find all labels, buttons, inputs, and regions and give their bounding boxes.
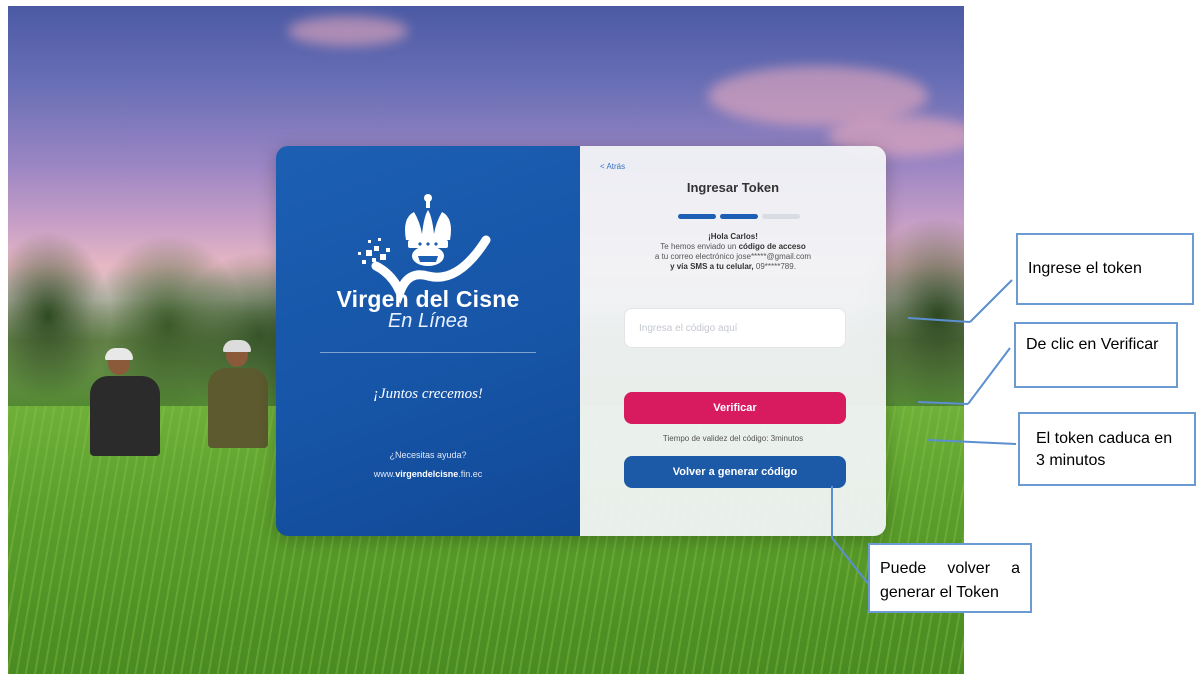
- slogan: ¡Juntos crecemos!: [373, 386, 483, 402]
- message-line: 09*****789.: [755, 262, 796, 271]
- back-link[interactable]: < Atrás: [600, 162, 625, 171]
- step-indicator: [762, 214, 800, 219]
- note-click-verify: De clic en Verificar: [1014, 322, 1178, 388]
- greeting: ¡Hola Carlos!: [708, 232, 758, 241]
- note-regenerate: Puede volver a generar el Token: [868, 543, 1032, 613]
- message-line: Te hemos enviado un: [660, 242, 737, 251]
- code-validity-text: Tiempo de validez del código: 3minutos: [662, 434, 804, 443]
- farmer-figure: [208, 368, 268, 448]
- website-suffix: .fin.ec: [458, 469, 483, 479]
- step-indicator: [678, 214, 716, 219]
- connector-line: [967, 347, 1011, 405]
- step-indicator: [720, 214, 758, 219]
- brand-subtitle: En Línea: [387, 310, 469, 332]
- divider: [320, 352, 536, 353]
- sent-code-message: ¡Hola Carlos! Te hemos enviado un código…: [600, 232, 866, 272]
- message-bold: y vía SMS a tu celular,: [670, 262, 754, 271]
- note-enter-token: Ingrese el token: [1016, 233, 1194, 305]
- help-link[interactable]: ¿Necesitas ayuda?: [276, 450, 580, 460]
- token-form: < Atrás Ingresar Token ¡Hola Carlos! Te …: [580, 146, 886, 536]
- website-domain: virgendelcisne: [395, 469, 459, 479]
- form-title: Ingresar Token: [686, 180, 780, 195]
- farmer-cap: [105, 348, 133, 360]
- connector-line: [969, 279, 1013, 323]
- message-bold: código de acceso: [738, 242, 806, 251]
- verify-button[interactable]: Verificar: [624, 392, 846, 424]
- cloud: [288, 16, 408, 46]
- token-card: Virgen del Cisne En Línea ¡Juntos crecem…: [276, 146, 886, 536]
- farmer-figure: [90, 376, 160, 456]
- token-input[interactable]: [624, 308, 846, 348]
- brand-name: Virgen del Cisne: [336, 286, 520, 312]
- website-prefix: www.: [373, 469, 396, 479]
- message-line: a tu correo electrónico jose*****@gmail.…: [654, 252, 812, 261]
- regenerate-code-button[interactable]: Volver a generar código: [624, 456, 846, 488]
- website-link[interactable]: www.virgendelcisne.fin.ec: [276, 469, 580, 479]
- progress-steps: [678, 214, 800, 219]
- note-token-expires: El token caduca en 3 minutos: [1018, 412, 1196, 486]
- brand-panel: Virgen del Cisne En Línea ¡Juntos crecem…: [276, 146, 580, 536]
- farmer-cap: [223, 340, 251, 352]
